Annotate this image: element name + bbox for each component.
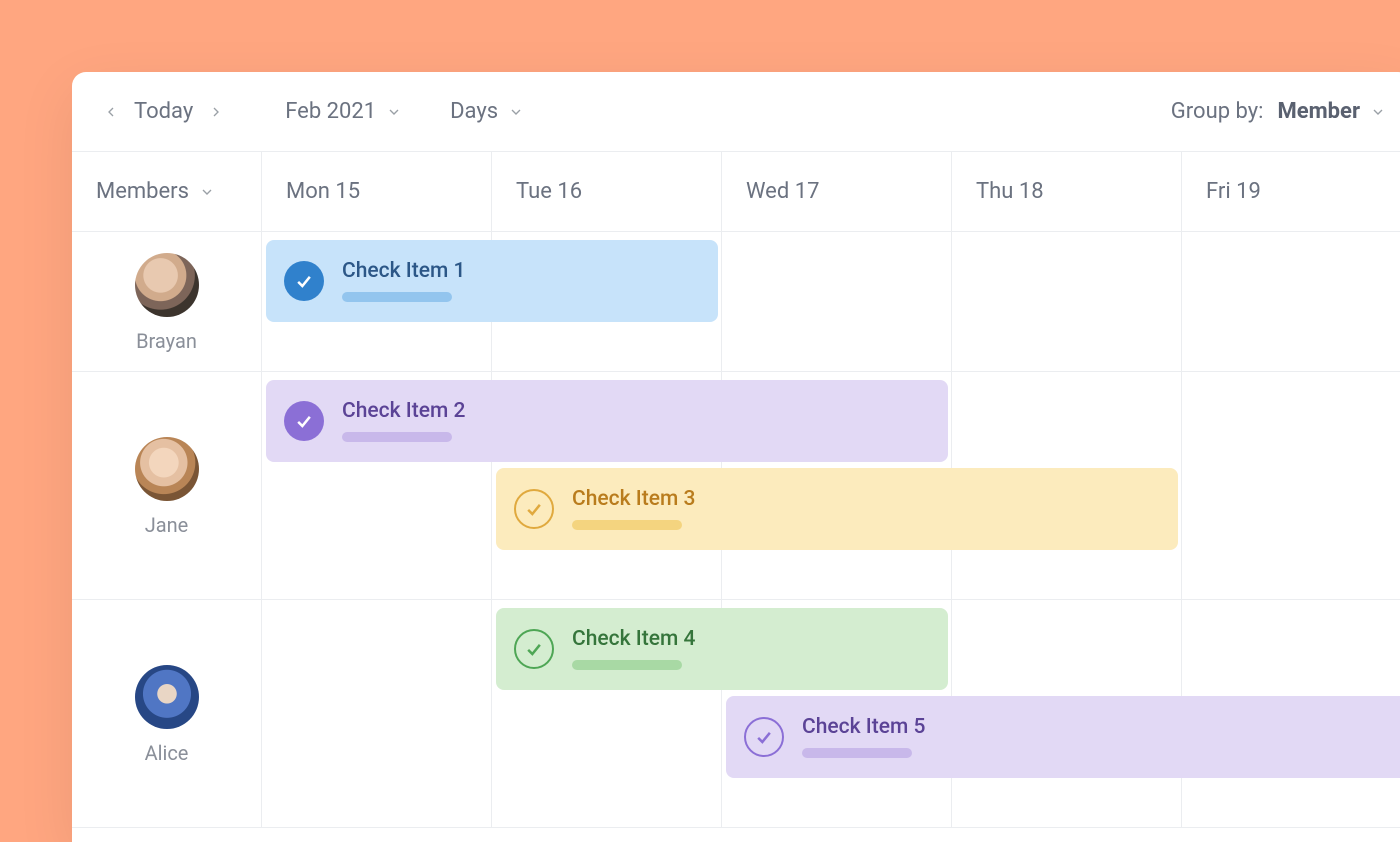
task-title: Check Item 4 [572, 629, 695, 650]
timeline-cell[interactable] [952, 232, 1182, 372]
task-subline [342, 432, 452, 442]
check-icon[interactable] [284, 401, 324, 441]
day-column-header: Fri 19 [1182, 152, 1400, 232]
chevron-down-icon [1370, 104, 1386, 120]
task-subline [802, 748, 912, 758]
prev-button[interactable] [98, 99, 124, 125]
day-column-header: Thu 18 [952, 152, 1182, 232]
task-bar[interactable]: Check Item 3 [496, 468, 1178, 550]
task-bar[interactable]: Check Item 4 [496, 608, 948, 690]
avatar[interactable] [135, 437, 199, 501]
avatar[interactable] [135, 665, 199, 729]
chevron-down-icon [508, 104, 524, 120]
task-bar[interactable]: Check Item 1 [266, 240, 718, 322]
day-column-header: Tue 16 [492, 152, 722, 232]
timeline-grid: Members Mon 15Tue 16Wed 17Thu 18Fri 19 B… [72, 152, 1400, 842]
toolbar: Today Feb 2021 Days Group by: Member [72, 72, 1400, 152]
task-bar[interactable]: Check Item 2 [266, 380, 948, 462]
groupby-label: Group by: [1171, 99, 1264, 124]
task-subline [572, 520, 682, 530]
task-content: Check Item 1 [342, 261, 465, 302]
members-column-header[interactable]: Members [72, 152, 262, 232]
timeline-cell[interactable] [1182, 372, 1400, 600]
next-button[interactable] [203, 99, 229, 125]
task-bar[interactable]: Check Item 5 [726, 696, 1400, 778]
task-title: Check Item 2 [342, 401, 465, 422]
task-content: Check Item 2 [342, 401, 465, 442]
member-cell: Brayan [72, 232, 262, 372]
view-dropdown[interactable]: Days [450, 99, 524, 124]
timeline-cell[interactable] [262, 600, 492, 828]
groupby-control: Group by: Member [1171, 99, 1386, 124]
avatar[interactable] [135, 253, 199, 317]
task-content: Check Item 5 [802, 717, 925, 758]
app-window: Today Feb 2021 Days Group by: Member Mem… [72, 72, 1400, 842]
task-title: Check Item 5 [802, 717, 925, 738]
member-cell: Jane [72, 372, 262, 600]
task-subline [572, 660, 682, 670]
chevron-down-icon [386, 104, 402, 120]
day-column-header: Wed 17 [722, 152, 952, 232]
task-content: Check Item 3 [572, 489, 695, 530]
groupby-dropdown[interactable]: Member [1277, 99, 1386, 124]
row-task-area: Check Item 1 [262, 232, 1400, 372]
groupby-value: Member [1277, 99, 1360, 124]
task-content: Check Item 4 [572, 629, 695, 670]
check-icon[interactable] [744, 717, 784, 757]
task-title: Check Item 3 [572, 489, 695, 510]
day-column-header: Mon 15 [262, 152, 492, 232]
chevron-down-icon [199, 184, 215, 200]
month-label: Feb 2021 [285, 99, 376, 124]
member-name: Alice [145, 741, 189, 765]
row-task-area: Check Item 4 Check Item 5 [262, 600, 1400, 828]
view-label: Days [450, 99, 498, 124]
timeline-cell[interactable] [1182, 232, 1400, 372]
check-icon[interactable] [514, 629, 554, 669]
member-name: Brayan [136, 329, 197, 353]
task-title: Check Item 1 [342, 261, 465, 282]
month-dropdown[interactable]: Feb 2021 [285, 99, 402, 124]
member-name: Jane [145, 513, 189, 537]
row-task-area: Check Item 2 Check Item 3 [262, 372, 1400, 600]
members-header-label: Members [96, 179, 189, 204]
check-icon[interactable] [284, 261, 324, 301]
timeline-cell[interactable] [722, 232, 952, 372]
today-button[interactable]: Today [134, 99, 193, 124]
member-cell: Alice [72, 600, 262, 828]
check-icon[interactable] [514, 489, 554, 529]
task-subline [342, 292, 452, 302]
